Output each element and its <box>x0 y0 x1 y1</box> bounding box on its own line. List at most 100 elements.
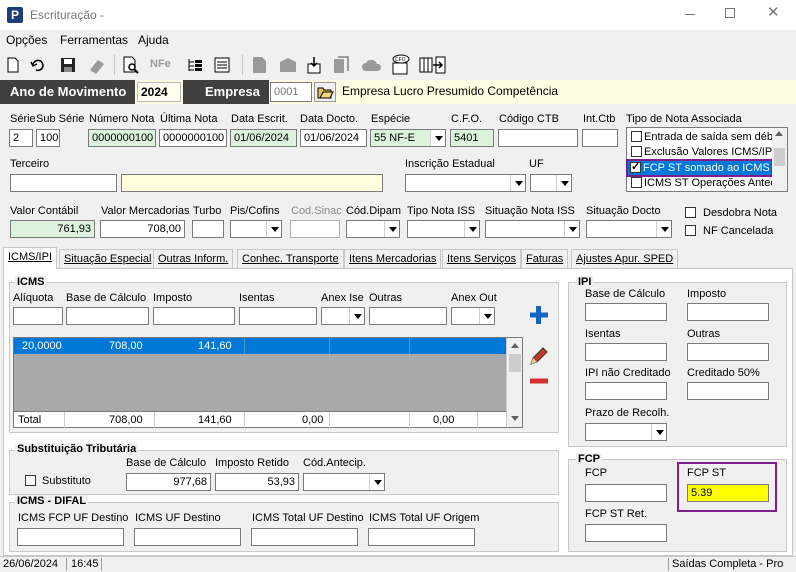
pis-cofins-select[interactable] <box>230 220 282 238</box>
save-icon[interactable] <box>60 57 76 73</box>
sit-docto-select[interactable] <box>586 220 672 238</box>
prazo-select[interactable] <box>585 423 667 441</box>
st-base-field[interactable]: 977,68 <box>126 473 211 491</box>
exit-door-icon[interactable] <box>432 56 450 74</box>
nf-cancelada-checkbox[interactable] <box>685 225 696 236</box>
list-item[interactable]: Entrada de saída sem débi <box>629 130 775 144</box>
icms-base-field[interactable] <box>66 307 149 325</box>
intctb-field[interactable] <box>582 129 618 147</box>
maximize-icon[interactable] <box>725 8 735 18</box>
import-icon[interactable] <box>306 56 322 74</box>
minimize-icon[interactable] <box>685 14 695 15</box>
new-document-icon[interactable] <box>6 57 20 73</box>
fcp-st-ret-field[interactable] <box>585 524 667 542</box>
edit-row-button[interactable] <box>527 346 551 368</box>
chevron-down-icon[interactable] <box>564 221 579 237</box>
remove-row-button[interactable] <box>527 370 551 392</box>
tab-outras-inform[interactable]: Outras Inform. <box>153 249 234 268</box>
chevron-down-icon[interactable] <box>349 308 364 324</box>
tab-conhec-transporte[interactable]: Conhec. Transporte <box>237 249 344 268</box>
difal-fcp-uf-field[interactable] <box>17 528 124 546</box>
checkbox[interactable] <box>631 177 642 188</box>
sit-iss-select[interactable] <box>485 220 580 238</box>
chevron-down-icon[interactable] <box>479 308 494 324</box>
menu-ajuda[interactable]: Ajuda <box>138 33 169 47</box>
numero-nota-field[interactable]: 0000000100 <box>88 129 156 147</box>
icms-imposto-field[interactable] <box>153 307 235 325</box>
fcp-field[interactable] <box>585 484 667 502</box>
menu-opcoes[interactable]: Opções <box>6 33 47 47</box>
cod-sinac-field[interactable] <box>290 220 340 238</box>
checkbox-checked[interactable] <box>630 160 641 174</box>
data-escrit-field[interactable]: 01/06/2024 <box>230 129 297 147</box>
cod-dipam-select[interactable] <box>346 220 400 238</box>
chevron-down-icon[interactable] <box>556 175 571 191</box>
tipo-nota-list[interactable]: Entrada de saída sem débi Exclusão Valor… <box>626 127 788 192</box>
aliquota-field[interactable] <box>13 307 63 325</box>
list-edit-icon[interactable] <box>214 57 232 73</box>
icms-isentas-field[interactable] <box>239 307 317 325</box>
tab-situacao-especial[interactable]: Situação Especial <box>59 249 157 268</box>
table-row-selected[interactable]: 20,0000 708,00 141,60 <box>14 338 506 354</box>
chevron-down-icon[interactable] <box>651 424 666 440</box>
menu-ferramentas[interactable]: Ferramentas <box>60 33 128 47</box>
tab-ajustes-sped[interactable]: Ajustes Apur. SPED <box>571 249 679 268</box>
checkbox[interactable] <box>631 146 642 157</box>
inscricao-select[interactable] <box>405 174 526 192</box>
difal-total-destino-field[interactable] <box>251 528 358 546</box>
scroll-up-icon[interactable] <box>775 131 783 136</box>
valor-merc-field[interactable]: 708,00 <box>100 220 185 238</box>
chevron-down-icon[interactable] <box>464 221 479 237</box>
st-imposto-field[interactable]: 53,93 <box>215 473 299 491</box>
chevron-down-icon[interactable] <box>369 474 384 490</box>
ultima-nota-field[interactable]: 0000000100 <box>159 129 227 147</box>
ano-field[interactable]: 2024 <box>137 82 181 102</box>
substituto-checkbox[interactable] <box>25 475 36 486</box>
tab-faturas[interactable]: Faturas <box>521 249 569 268</box>
scroll-up-icon[interactable] <box>511 343 519 348</box>
desdobra-checkbox[interactable] <box>685 207 696 218</box>
ipi-creditado-field[interactable] <box>687 382 769 400</box>
anex-ise-select[interactable] <box>321 307 365 325</box>
grid-scrollbar[interactable] <box>506 338 522 427</box>
list-scrollbar[interactable] <box>772 128 787 191</box>
chevron-down-icon[interactable] <box>430 130 445 146</box>
add-row-button[interactable] <box>527 304 551 326</box>
subserie-field[interactable]: 100 <box>36 129 60 147</box>
tree-icon[interactable] <box>186 57 204 73</box>
chevron-down-icon[interactable] <box>510 175 525 191</box>
list-item-selected[interactable]: FCP ST somado ao ICMS S <box>626 159 780 177</box>
especie-select[interactable]: 55 NF-E <box>370 129 446 147</box>
difal-uf-destino-field[interactable] <box>134 528 241 546</box>
list-item[interactable]: ICMS ST Operações Antec <box>629 176 776 190</box>
ipi-nao-creditado-field[interactable] <box>585 382 667 400</box>
uf-select[interactable] <box>530 174 572 192</box>
chevron-down-icon[interactable] <box>656 221 671 237</box>
tab-itens-mercadorias[interactable]: Itens Mercadorias <box>344 249 442 268</box>
scroll-thumb[interactable] <box>774 148 785 166</box>
tab-itens-servicos[interactable]: Itens Serviços <box>442 249 522 268</box>
undo-icon[interactable] <box>30 57 48 73</box>
anex-out-select[interactable] <box>451 307 495 325</box>
icms-grid[interactable]: 20,0000 708,00 141,60 Total 708,00 141,6… <box>13 337 523 428</box>
terceiro-name-field[interactable] <box>121 174 383 192</box>
valor-contabil-field[interactable]: 761,93 <box>10 220 95 238</box>
data-docto-field[interactable]: 01/06/2024 <box>300 129 367 147</box>
fcp-st-field[interactable]: 5.39 <box>687 484 769 502</box>
cfop-icon[interactable]: CFO <box>390 54 412 76</box>
list-item[interactable]: Exclusão Valores ICMS/IPI <box>629 145 775 159</box>
tipo-iss-select[interactable] <box>407 220 480 238</box>
chevron-down-icon[interactable] <box>384 221 399 237</box>
tab-icms-ipi[interactable]: ICMS/IPI <box>3 247 58 269</box>
print-preview-icon[interactable] <box>122 56 140 74</box>
ipi-base-field[interactable] <box>585 303 667 321</box>
icms-outras-field[interactable] <box>369 307 447 325</box>
scroll-thumb[interactable] <box>509 354 521 372</box>
empresa-code-field[interactable]: 0001 <box>270 82 312 102</box>
cod-antecip-select[interactable] <box>303 473 385 491</box>
close-icon[interactable]: ✕ <box>767 3 780 21</box>
serie-field[interactable]: 2 <box>9 129 33 147</box>
codigo-ctb-field[interactable] <box>498 129 578 147</box>
ipi-imposto-field[interactable] <box>687 303 769 321</box>
cfo-field[interactable]: 5401 <box>450 129 494 147</box>
